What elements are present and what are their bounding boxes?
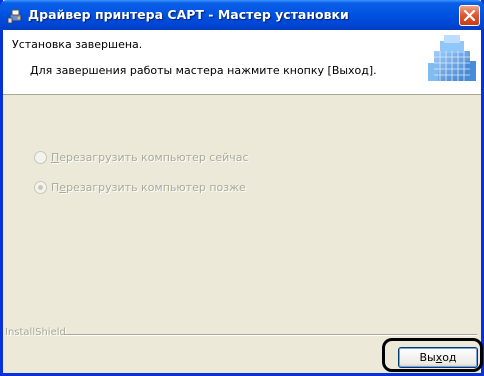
header-title: Установка завершена. <box>12 38 143 51</box>
restart-later-label: Перезагрузить компьютер позже <box>51 181 246 194</box>
title-bar[interactable]: Драйвер принтера CAPT - Мастер установки <box>0 0 484 30</box>
header-subtitle: Для завершения работы мастера нажмите кн… <box>30 64 377 77</box>
restart-now-radio[interactable]: Перезагрузить компьютер сейчас <box>34 151 249 164</box>
restart-now-label: Перезагрузить компьютер сейчас <box>51 151 249 164</box>
close-button[interactable] <box>459 5 480 26</box>
wizard-header: Установка завершена. Для завершения рабо… <box>3 30 481 95</box>
installshield-label: InstallShield <box>5 327 66 338</box>
radio-unselected-icon[interactable] <box>34 151 47 164</box>
close-icon <box>463 9 476 22</box>
radio-selected-icon[interactable] <box>34 181 47 194</box>
installer-icon <box>7 9 22 24</box>
window-title: Драйвер принтера CAPT - Мастер установки <box>28 7 349 22</box>
footer-divider <box>65 334 477 336</box>
installer-window: Драйвер принтера CAPT - Мастер установки… <box>0 0 484 376</box>
exit-button[interactable]: Выход <box>398 347 478 368</box>
restart-later-radio[interactable]: Перезагрузить компьютер позже <box>34 181 246 194</box>
printer-cubes-graphic <box>428 35 476 81</box>
